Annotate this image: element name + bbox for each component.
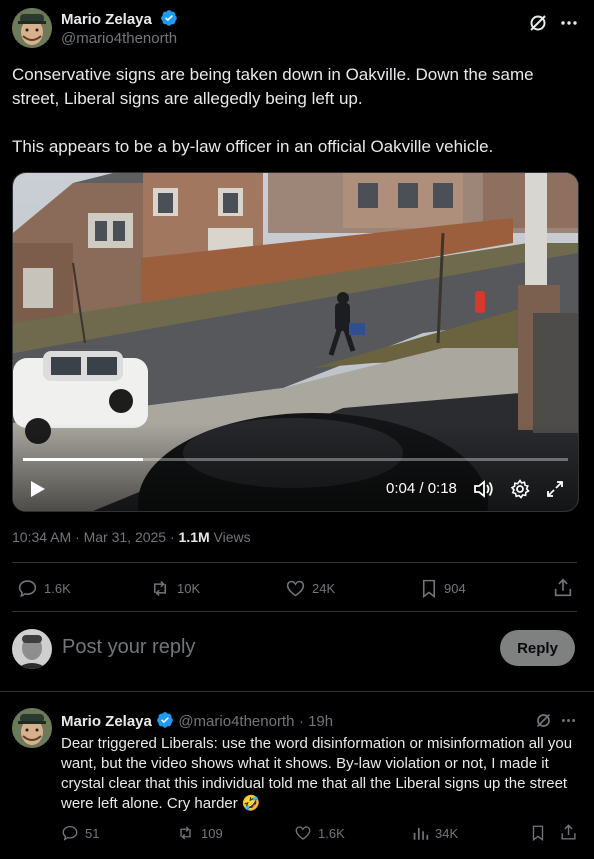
bookmark-count: 904 [444,581,466,596]
reply-action[interactable]: 1.6K [17,578,71,599]
reply-count: 1.6K [44,581,71,596]
divider [0,691,594,692]
rofl-emoji: 🤣 [241,795,261,812]
play-icon[interactable] [27,479,47,499]
more-options-icon[interactable] [560,712,577,729]
grok-icon[interactable] [528,13,548,33]
divider [12,562,577,563]
repost-count: 10K [177,581,201,596]
author-avatar[interactable] [12,8,52,48]
video-time: 0:04 / 0:18 [386,480,457,497]
current-user-avatar[interactable] [12,629,52,669]
reply-author-name[interactable]: Mario Zelaya [61,713,152,730]
analytics-icon [413,827,429,840]
grok-icon[interactable] [535,712,552,729]
reply-reply-count: 51 [85,825,100,841]
reply-button[interactable]: Reply [500,630,575,666]
bookmark-icon [422,579,436,598]
reply-age[interactable]: · 19h [299,713,333,730]
reply-icon [62,825,78,841]
reply-views-count: 34K [435,825,459,841]
repost-action[interactable]: 10K [149,578,200,599]
reply-repost-count: 109 [201,825,223,841]
video-progress-fill [23,458,143,461]
fullscreen-icon[interactable] [545,479,565,499]
post-timestamp-line: 10:34 AM · Mar 31, 2025 · 1.1M Views [12,529,251,545]
like-count: 24K [312,581,336,596]
verified-badge-icon [156,711,174,734]
reply-icon [18,580,37,598]
views-label: Views [209,529,251,545]
post-timestamp[interactable]: 10:34 AM · Mar 31, 2025 · [12,529,179,545]
verified-badge-icon [160,9,178,32]
post-text-paragraph-2: This appears to be a by-law officer in a… [12,137,494,156]
reply-views-action[interactable]: 34K [412,824,458,842]
reply-text-block: Dear triggered Liberals: use the word di… [61,734,581,814]
reply-like-count: 1.6K [318,825,345,841]
reply-author-avatar[interactable] [12,708,52,748]
heart-icon [286,580,305,597]
video-progress-track[interactable] [23,458,568,461]
reply-like-action[interactable]: 1.6K [294,824,345,842]
reply-composer-input[interactable]: Post your reply [62,636,195,659]
reply-reply-action[interactable]: 51 [61,824,99,842]
reply-author-handle[interactable]: @mario4thenorth [178,713,294,730]
volume-icon[interactable] [473,479,495,499]
like-action[interactable]: 24K [285,578,335,599]
bookmark-icon[interactable] [530,824,547,842]
settings-gear-icon[interactable] [510,479,530,499]
views-count: 1.1M [178,529,210,545]
post-text-paragraph-1: Conservative signs are being taken down … [12,65,539,108]
video-player[interactable]: 0:04 / 0:18 [12,172,579,512]
author-name[interactable]: Mario Zelaya [61,11,152,28]
share-icon[interactable] [559,823,578,842]
heart-icon [295,826,311,840]
divider [12,611,577,612]
bookmark-action[interactable]: 904 [420,578,466,599]
reply-text: Dear triggered Liberals: use the word di… [61,735,577,812]
more-options-icon[interactable] [559,13,579,33]
share-icon[interactable] [552,577,574,599]
repost-icon [180,826,191,840]
author-handle[interactable]: @mario4thenorth [61,30,177,47]
reply-repost-action[interactable]: 109 [176,824,223,842]
repost-icon [153,580,167,597]
